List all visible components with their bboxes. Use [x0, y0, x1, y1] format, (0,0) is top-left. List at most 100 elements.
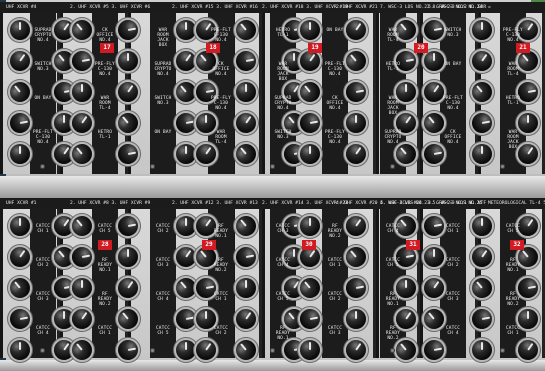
- rotary-knob: [10, 144, 30, 164]
- rotary-knob: [10, 20, 30, 40]
- panel-control-label: RF READY NO.1: [385, 292, 401, 307]
- panel-control-label: CATCC CH 2: [445, 258, 461, 268]
- panel-control-label: WAR ROOM TL-4: [387, 28, 399, 43]
- rotary-knob: [300, 216, 320, 236]
- rotary-knob: [176, 340, 196, 360]
- rotary-knob: [118, 51, 138, 71]
- panel-control-label: WAR ROOM JACK BOX: [157, 28, 169, 48]
- red-number-tag: 32: [510, 240, 524, 250]
- mounting-screw: [40, 348, 45, 353]
- panel-control-label: CATCC CH 2: [35, 258, 51, 268]
- panel-control-label: ON BAY: [444, 62, 462, 67]
- panel-control-label: CATCC CH 5: [155, 326, 171, 336]
- red-number-tag: 31: [406, 240, 420, 250]
- panel-control-label: CATCC CH 3: [275, 224, 291, 234]
- mounting-screw: [270, 348, 275, 353]
- rotary-knob: [300, 144, 320, 164]
- rotary-knob: [72, 82, 92, 102]
- panel-control-label: RF READY NO.2: [213, 258, 229, 273]
- rotary-knob: [10, 216, 30, 236]
- red-number-tag: 28: [98, 240, 112, 250]
- rotary-knob: [300, 340, 320, 360]
- panel-control-label: ON BAY: [34, 96, 52, 101]
- panel-control-label: CATCC CH 5: [275, 292, 291, 302]
- panel-header-label: 2. UHF XCVR #14 3. UHF XCVR #23: [262, 201, 348, 206]
- red-number-tag: 21: [516, 43, 530, 53]
- panel-control-label: SUPRAD CRYPTO NO.4: [34, 28, 52, 43]
- panel-control-label: RF READY NO.2: [327, 224, 343, 239]
- panel-header-label: 5. GRR-23 NO.2 6. GRR: [428, 5, 487, 10]
- panel-control-label: PRE-FLT C-130 NO.4: [33, 130, 53, 145]
- panel-control-label: RF READY NO.2: [505, 292, 521, 307]
- rotary-knob: [10, 340, 30, 360]
- panel-control-label: HETRO TL-1: [275, 28, 291, 38]
- mounting-screw: [390, 348, 395, 353]
- panel-control-label: RF READY NO.1: [97, 258, 113, 273]
- label-strip: [322, 13, 348, 174]
- panel-control-label: WAR ROOM TL-4: [507, 62, 519, 77]
- rotary-knob: [472, 216, 492, 236]
- panel-control-label: CATCC CH 5: [505, 224, 521, 234]
- middle-mounting-rail: [0, 176, 545, 198]
- rotary-knob: [118, 247, 138, 267]
- panel-control-label: WAR ROOM JACK BOX: [387, 96, 399, 116]
- panel-control-label: CATCC CH 3: [445, 292, 461, 302]
- rotary-knob: [346, 113, 366, 133]
- rotary-knob: [472, 144, 492, 164]
- panel-control-label: CK OFFICE NO.4: [96, 28, 114, 43]
- red-number-tag: 20: [414, 43, 428, 53]
- panel-control-label: WAR ROOM TL-4: [99, 96, 111, 111]
- panel-header-label: 2. UHF XCVR #12 3. UHF XCVR #13: [172, 201, 258, 206]
- mounting-screw: [270, 164, 275, 169]
- panel-control-label: ON BAY: [326, 28, 344, 33]
- panel-control-label: CK OFFICE NO.4: [212, 62, 230, 77]
- panel-control-label: CATCC CH 4: [275, 258, 291, 268]
- panel-header-label: 3. GRR-23 NO.1 4. NTF: [428, 201, 487, 206]
- panel-control-label: PRE-FLY C-130 NO.4: [325, 130, 345, 145]
- panel-control-label: SWITCH NO.3: [154, 96, 172, 106]
- panel-header-label: 2. UHF XCVR #5 3. UHF XCVR #6: [70, 5, 151, 10]
- mounting-screw: [390, 164, 395, 169]
- panel-control-label: SUPRAD CRYPTO NO.4: [154, 62, 172, 77]
- panel-header-label: 2. UHF XCVR #15 3. UHF XCVR #16: [172, 5, 258, 10]
- panel-control-label: RF READY NO.1: [275, 326, 291, 341]
- panel-control-label: PRE-FLY C-130 NO.4: [211, 96, 231, 111]
- rotary-knob: [472, 340, 492, 360]
- mounting-screw: [150, 348, 155, 353]
- panel-control-label: CATCC CH 2: [327, 292, 343, 302]
- panel-control-label: CATCC CH 1: [35, 224, 51, 234]
- panel-control-label: PRE-FLY C-130 NO.4: [95, 62, 115, 77]
- panel-control-label: RF READY NO.1: [505, 258, 521, 273]
- rotary-knob: [346, 309, 366, 329]
- red-number-tag: 19: [308, 43, 322, 53]
- panel-control-label: CATCC CH 2: [213, 326, 229, 336]
- rotary-knob: [176, 144, 196, 164]
- panel-control-label: CATCC CH 3: [35, 292, 51, 302]
- panel-header-label: UHF XCVR #1: [6, 201, 37, 206]
- red-number-tag: 18: [206, 43, 220, 53]
- photo-radio-control-panels: UHF XCVR #4 2. UHF XCVR #5 3. UHF XCVR #6…: [0, 0, 545, 371]
- panel-control-label: HETRO TL-1: [385, 62, 401, 72]
- panel-control-label: CATCC CH 1: [213, 292, 229, 302]
- panel-control-label: SWITCH NO.3: [444, 28, 462, 38]
- bottom-mounting-rail: [0, 360, 545, 371]
- panel-control-label: CATCC CH 4: [35, 326, 51, 336]
- panel-control-label: CATCC CH 1: [327, 258, 343, 268]
- panel-control-label: RF READY NO.2: [97, 292, 113, 307]
- panel-control-label: CATCC CH 5: [97, 224, 113, 234]
- panel-control-label: SWITCH NO.3: [34, 62, 52, 72]
- panel-control-label: CK OFFICE NO.4: [444, 130, 462, 145]
- rotary-knob: [176, 20, 196, 40]
- panel-control-label: CATCC CH 4: [385, 224, 401, 234]
- panel-control-label: CATCC CH 3: [327, 326, 343, 336]
- rotary-knob: [236, 82, 256, 102]
- panel-control-label: PRE-FLT C-130 NO.4: [443, 96, 463, 111]
- panel-control-label: ON BAY: [154, 130, 172, 135]
- red-number-tag: 17: [100, 43, 114, 53]
- panel-control-label: CATCC CH 4: [155, 292, 171, 302]
- panel-header-label: 2. UHF XCVR #8 3. UHF XCVR #9: [70, 201, 151, 206]
- panel-control-label: CATCC CH 3: [155, 258, 171, 268]
- mounting-screw: [500, 348, 505, 353]
- mounting-screw: [500, 164, 505, 169]
- panel-control-label: HETRO TL-1: [97, 130, 113, 140]
